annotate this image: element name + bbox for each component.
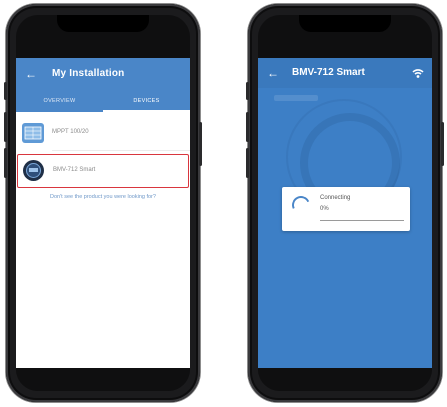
tab-overview[interactable]: OVERVIEW	[16, 98, 103, 104]
device-item-mppt[interactable]: MPPT 100/20	[16, 117, 190, 149]
loading-spinner-icon	[289, 193, 313, 217]
page-title: BMV-712 Smart	[292, 67, 365, 78]
progress-track	[320, 220, 404, 221]
bluetooth-signal-icon	[412, 66, 424, 84]
device-list: MPPT 100/20 BMV-712 Smart Don't see the …	[16, 112, 190, 368]
arrow-left-icon[interactable]: ←	[25, 67, 37, 81]
faded-label	[274, 95, 318, 101]
solar-charger-icon	[22, 123, 44, 143]
progress-text: 0%	[320, 206, 329, 212]
volume-down-button	[4, 148, 7, 178]
tab-bar: OVERVIEW DEVICES	[16, 92, 190, 112]
battery-monitor-icon	[23, 160, 44, 181]
notch	[299, 15, 391, 32]
tab-devices[interactable]: DEVICES	[103, 98, 190, 104]
phone-frame-left: ← My Installation OVERVIEW DEVICES MPPT …	[4, 4, 202, 402]
power-button	[199, 122, 202, 166]
power-button	[441, 122, 444, 166]
mute-switch	[246, 82, 249, 100]
dialog-title: Connecting	[320, 195, 351, 201]
app-bar: ← BMV-712 Smart	[258, 58, 432, 88]
notch	[57, 15, 149, 32]
bottom-bezel	[258, 368, 432, 391]
bottom-bezel	[16, 368, 190, 391]
app-bar: ← My Installation	[16, 58, 190, 92]
volume-up-button	[4, 112, 7, 142]
arrow-left-icon[interactable]: ←	[267, 66, 279, 80]
phone-frame-right: ← BMV-712 Smart Connecting 0%	[246, 4, 444, 402]
page-title: My Installation	[52, 68, 125, 79]
volume-up-button	[246, 112, 249, 142]
screen-left: ← My Installation OVERVIEW DEVICES MPPT …	[16, 15, 190, 391]
volume-down-button	[246, 148, 249, 178]
connecting-dialog: Connecting 0%	[282, 187, 410, 231]
missing-product-link[interactable]: Don't see the product you were looking f…	[16, 194, 190, 200]
divider	[52, 150, 190, 151]
device-name: MPPT 100/20	[52, 129, 89, 135]
mute-switch	[4, 82, 7, 100]
screen-right: ← BMV-712 Smart Connecting 0%	[258, 15, 432, 391]
device-name: BMV-712 Smart	[53, 167, 96, 173]
device-item-bmv[interactable]: BMV-712 Smart	[17, 154, 189, 188]
